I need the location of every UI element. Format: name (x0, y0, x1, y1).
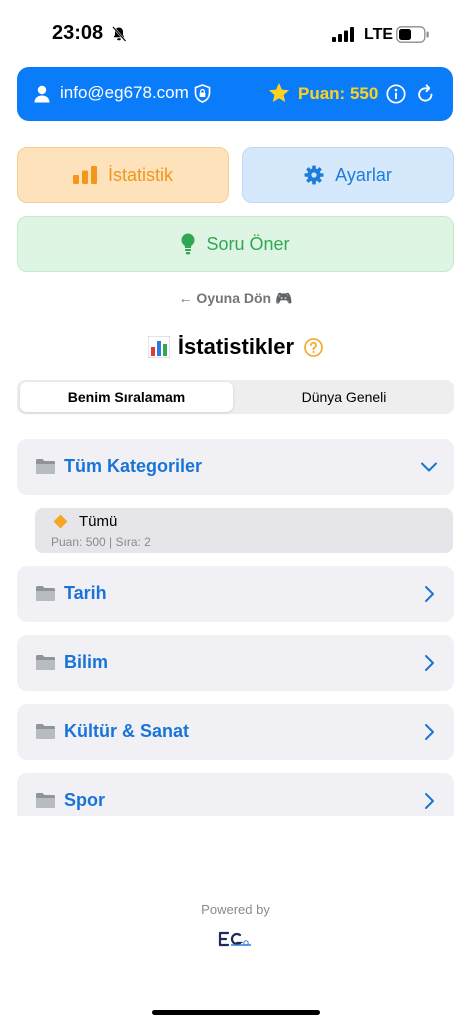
folder-icon (36, 586, 55, 601)
shield-lock-icon[interactable] (194, 84, 211, 103)
status-time: 23:08 (52, 22, 104, 44)
lightbulb-icon (181, 233, 195, 255)
bell-off-icon (112, 26, 127, 42)
category-label: Tarih (64, 583, 107, 603)
folder-icon (36, 655, 55, 670)
ranking-tabs: Benim Sıralamam Dünya Geneli (17, 380, 454, 414)
category-label: Spor (64, 790, 106, 810)
statistics-button[interactable]: İstatistik (17, 147, 229, 203)
category-science[interactable]: Bilim (17, 635, 454, 691)
folder-icon (36, 724, 55, 739)
category-label: Bilim (64, 652, 109, 672)
category-item-name: Tümü (79, 513, 118, 530)
powered-by-text: Powered by (201, 902, 270, 917)
signal-icon (332, 27, 354, 42)
network-type: LTE (364, 26, 394, 43)
gear-icon (304, 165, 324, 185)
suggest-question-label: Soru Öner (206, 233, 290, 254)
tab-my-ranking[interactable]: Benim Sıralamam (20, 382, 233, 412)
suggest-question-button[interactable]: Soru Öner (17, 216, 454, 272)
page-title-text: İstatistikler (177, 334, 295, 359)
scroll-clip: Spor (0, 760, 471, 816)
user-icon (34, 85, 50, 103)
settings-button[interactable]: Ayarlar (242, 147, 454, 203)
chevron-right-icon (425, 655, 434, 671)
chevron-right-icon (425, 793, 434, 809)
category-item-all: Tümü Puan: 500 | Sıra: 2 (35, 508, 453, 553)
category-history[interactable]: Tarih (17, 566, 454, 622)
category-label: Tüm Kategoriler (64, 456, 203, 476)
chart-emoji-icon (147, 336, 170, 358)
chevron-right-icon (425, 724, 434, 740)
page-title: İstatistikler (0, 334, 471, 360)
folder-icon (36, 793, 55, 808)
points-label: Puan: 550 (298, 84, 379, 103)
user-bar: info@eg678.com Puan: 550 (17, 67, 453, 121)
folder-icon (36, 459, 55, 474)
bar-chart-icon (72, 166, 97, 184)
star-icon (269, 83, 289, 102)
user-email: info@eg678.com (60, 83, 189, 102)
back-to-game-link[interactable]: ← Oyuna Dön 🎮 (0, 290, 471, 307)
status-bar: 23:08 LTE (0, 0, 471, 66)
orange-diamond-icon (53, 514, 68, 529)
category-all[interactable]: Tüm Kategoriler (17, 439, 454, 495)
refresh-icon[interactable] (416, 84, 435, 104)
tab-world-ranking[interactable]: Dünya Geneli (237, 382, 451, 412)
category-sport[interactable]: Spor (17, 773, 454, 816)
category-culture-art[interactable]: Kültür & Sanat (17, 704, 454, 760)
eg678-logo (218, 931, 251, 947)
home-indicator[interactable] (152, 1010, 320, 1015)
category-label: Kültür & Sanat (64, 721, 190, 741)
settings-label: Ayarlar (335, 164, 392, 185)
battery-icon (396, 26, 429, 43)
category-item-stats: Puan: 500 | Sıra: 2 (51, 535, 151, 549)
info-icon[interactable] (386, 84, 406, 104)
chevron-down-icon (421, 462, 437, 472)
statistics-label: İstatistik (107, 164, 173, 185)
help-icon[interactable] (304, 337, 323, 357)
chevron-right-icon (425, 586, 434, 602)
